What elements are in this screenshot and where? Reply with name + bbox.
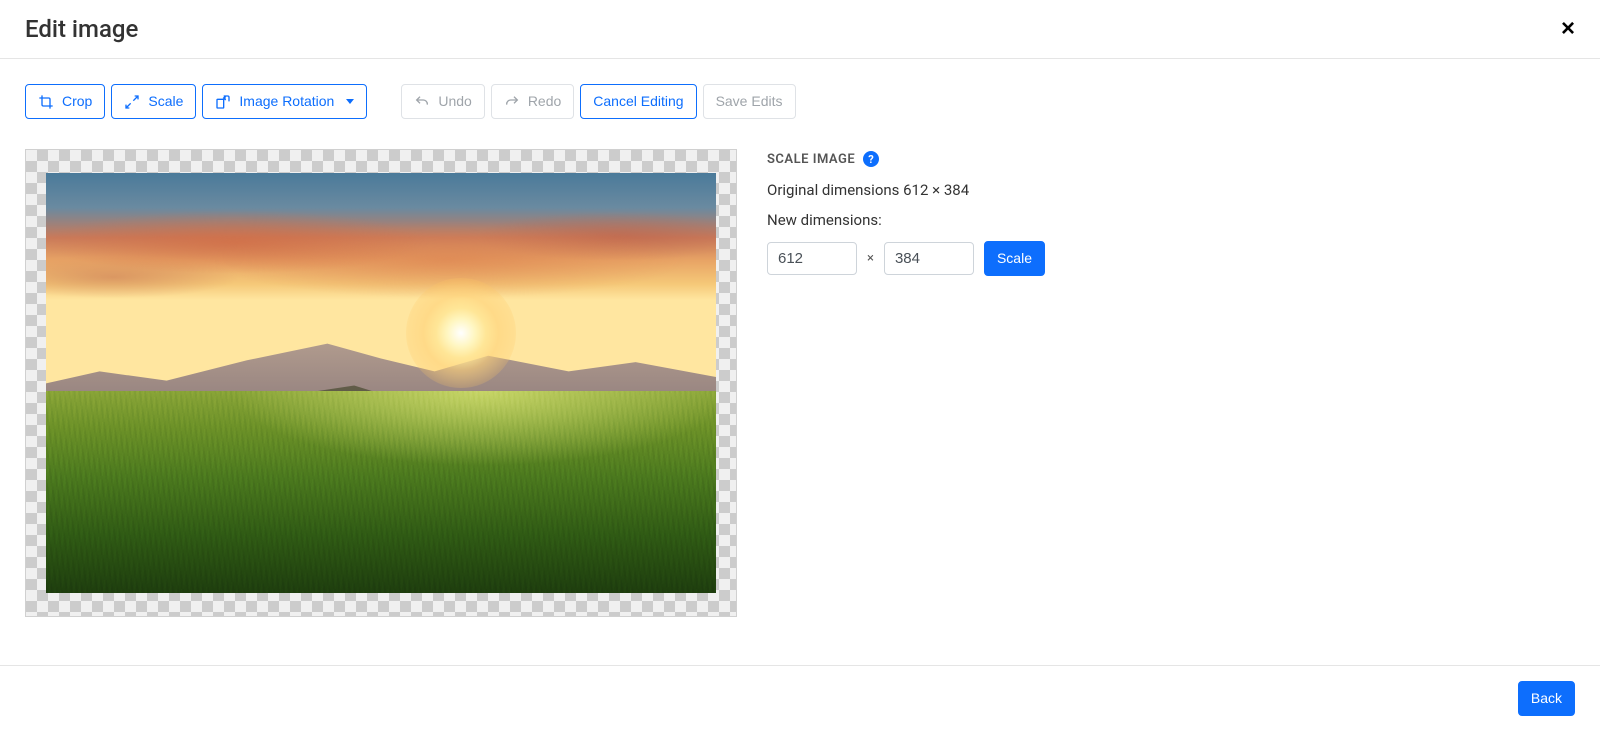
scale-title-text: SCALE IMAGE [767,152,855,167]
scale-panel: SCALE IMAGE ? Original dimensions 612 × … [767,149,1575,617]
dimension-row: × Scale [767,241,1575,276]
scale-icon [124,94,140,110]
redo-icon [504,94,520,110]
image-preview [46,173,716,593]
action-group: Cancel Editing Save Edits [580,84,795,119]
scale-panel-title: SCALE IMAGE ? [767,151,1575,167]
back-button[interactable]: Back [1518,681,1575,716]
undo-button[interactable]: Undo [401,84,484,119]
undo-label: Undo [438,91,471,112]
rotation-icon [215,94,231,110]
close-button[interactable]: × [1561,17,1575,41]
save-label: Save Edits [716,91,783,112]
times-separator: × [867,251,874,266]
sun [406,278,516,388]
cancel-editing-button[interactable]: Cancel Editing [580,84,696,119]
image-canvas[interactable] [25,149,737,617]
grass-region [46,391,716,593]
chevron-down-icon [346,99,354,104]
edit-tools-group: Crop Scale Image Rotation [25,84,367,119]
toolbar: Crop Scale Image Rotation [25,84,1575,119]
crop-button[interactable]: Crop [25,84,105,119]
scale-button[interactable]: Scale [111,84,196,119]
history-group: Undo Redo [401,84,574,119]
help-icon[interactable]: ? [863,151,879,167]
apply-scale-button[interactable]: Scale [984,241,1045,276]
modal-title: Edit image [25,15,138,43]
new-dimensions-label: New dimensions: [767,211,1575,229]
edit-image-modal: Edit image × Crop Scale [0,0,1600,731]
cancel-label: Cancel Editing [593,91,683,112]
redo-button[interactable]: Redo [491,84,574,119]
undo-icon [414,94,430,110]
modal-header: Edit image × [0,0,1600,59]
modal-body: Crop Scale Image Rotation [0,59,1600,642]
rotation-label: Image Rotation [239,91,334,112]
crop-icon [38,94,54,110]
save-edits-button[interactable]: Save Edits [703,84,796,119]
clouds-region [46,207,716,325]
rotation-button[interactable]: Image Rotation [202,84,367,119]
modal-footer: Back [0,665,1600,731]
scale-label: Scale [148,91,183,112]
editor-row: SCALE IMAGE ? Original dimensions 612 × … [25,149,1575,617]
crop-label: Crop [62,91,92,112]
original-dimensions-text: Original dimensions 612 × 384 [767,181,1575,199]
width-input[interactable] [767,242,857,275]
height-input[interactable] [884,242,974,275]
redo-label: Redo [528,91,561,112]
